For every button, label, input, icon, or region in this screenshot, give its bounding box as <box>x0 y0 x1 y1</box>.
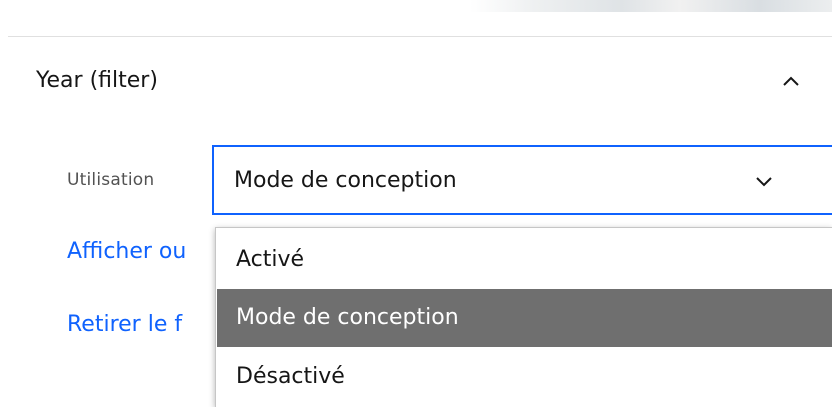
show-filter-link[interactable]: Afficher ou <box>67 238 186 266</box>
chevron-down-icon <box>753 170 775 192</box>
remove-filter-link[interactable]: Retirer le f <box>67 311 182 339</box>
usage-select[interactable]: Mode de conception <box>212 145 832 215</box>
filter-section-title: Year (filter) <box>36 68 158 93</box>
usage-dropdown-menu: Activé Mode de conception Désactivé <box>215 227 832 407</box>
chevron-up-icon <box>782 75 800 87</box>
option-design-mode[interactable]: Mode de conception <box>217 289 832 347</box>
section-divider <box>8 36 832 37</box>
option-active[interactable]: Activé <box>217 231 832 289</box>
usage-select-value: Mode de conception <box>234 168 457 193</box>
background-image-strip <box>470 0 832 12</box>
usage-label: Utilisation <box>67 170 155 190</box>
collapse-section-button[interactable] <box>776 66 806 96</box>
option-disabled[interactable]: Désactivé <box>217 348 832 406</box>
